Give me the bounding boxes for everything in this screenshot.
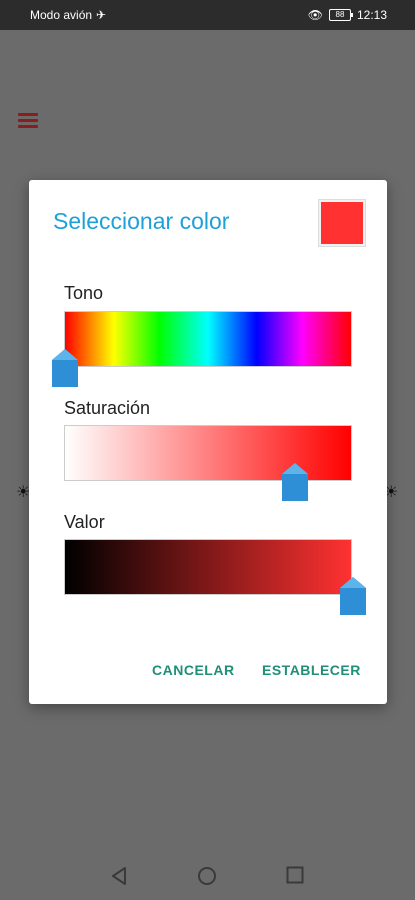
- set-button[interactable]: ESTABLECER: [262, 662, 361, 678]
- eye-icon: 👁: [307, 8, 323, 22]
- saturation-label: Saturación: [64, 398, 151, 418]
- value-slider-thumb[interactable]: [339, 576, 367, 616]
- airplane-mode-label: Modo avión: [30, 8, 93, 22]
- dialog-title: Seleccionar color: [53, 208, 230, 234]
- value-slider-track[interactable]: [64, 539, 366, 615]
- airplane-icon: ✈: [96, 8, 107, 22]
- cancel-button[interactable]: CANCELAR: [152, 662, 235, 678]
- battery-icon: 88: [328, 9, 353, 21]
- back-icon[interactable]: [110, 866, 128, 891]
- clock: 12:13: [356, 8, 387, 22]
- color-preview-swatch: [319, 200, 365, 246]
- hue-label: Tono: [64, 283, 104, 303]
- hue-slider-thumb[interactable]: [51, 348, 79, 388]
- status-left: Modo avión ✈: [30, 8, 106, 22]
- status-right: 👁 88 12:13: [308, 8, 387, 22]
- color-picker-dialog: Seleccionar color Tono Saturación Valor …: [29, 180, 387, 704]
- saturation-slider-track[interactable]: [64, 425, 352, 501]
- hamburger-menu-icon[interactable]: [18, 113, 38, 129]
- saturation-slider-thumb[interactable]: [281, 462, 309, 502]
- status-bar: Modo avión ✈ 👁 88 12:13: [0, 0, 415, 30]
- hue-slider-track[interactable]: [52, 311, 352, 387]
- value-label: Valor: [64, 512, 105, 532]
- home-icon[interactable]: [197, 866, 217, 891]
- recents-icon[interactable]: [286, 866, 304, 889]
- navigation-bar: [0, 850, 415, 900]
